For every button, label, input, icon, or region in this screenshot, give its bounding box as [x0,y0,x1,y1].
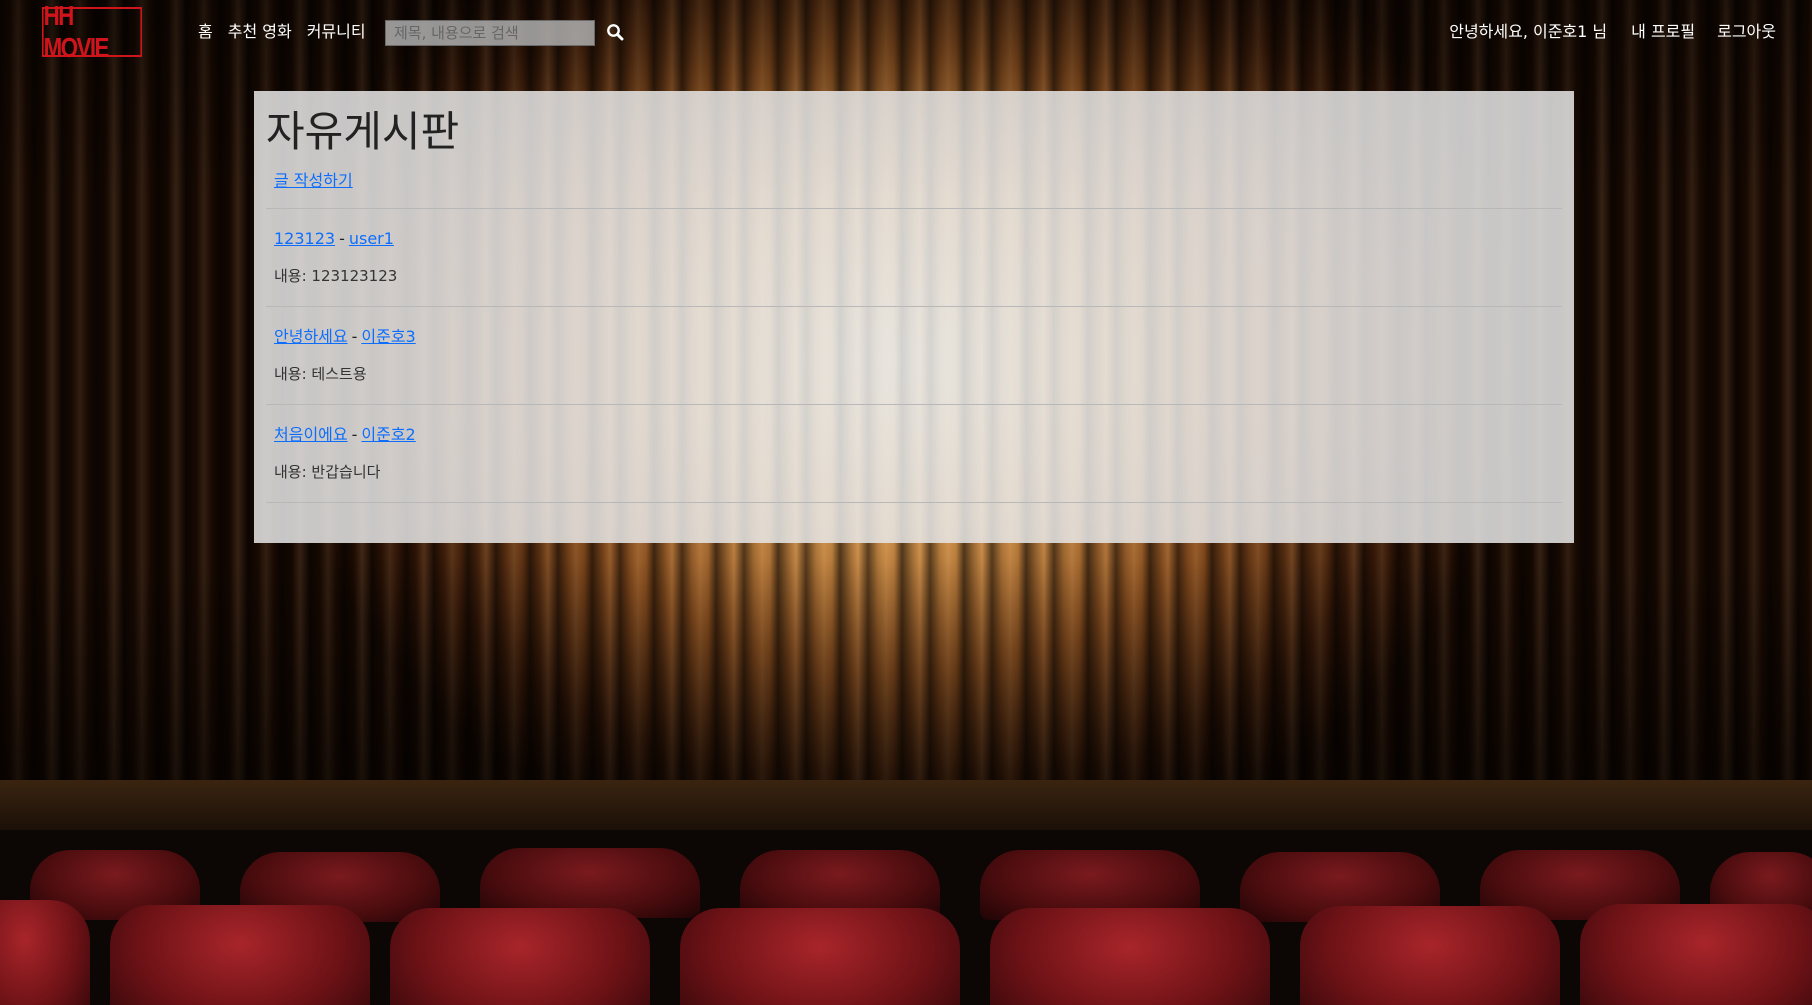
post-content: 내용: 123123123 [274,267,398,285]
post-separator: - [351,327,358,346]
nav-user-area: 안녕하세요, 이준호1 님 내 프로필 로그아웃 [1449,20,1776,44]
nav-recommend-link[interactable]: 추천 영화 [228,20,292,44]
search-button[interactable] [604,22,626,44]
seat [990,908,1270,1005]
list-item: 처음이에요 - 이준호2 내용: 반갑습니다 [266,404,1562,503]
post-title-link[interactable]: 123123 [274,229,335,248]
theater-seats [0,830,1812,1005]
seat [1580,904,1812,1005]
post-separator: - [351,425,358,444]
post-content: 내용: 반갑습니다 [274,463,381,481]
seat [1300,906,1560,1005]
search-icon [607,23,624,40]
post-content: 내용: 테스트용 [274,365,367,383]
post-header: 123123- user1 [274,227,1554,251]
nav-home-link[interactable]: 홈 [198,20,213,44]
post-header: 처음이에요 - 이준호2 [274,423,1554,447]
seat [390,908,650,1005]
post-author-link[interactable]: 이준호2 [361,425,415,444]
post-title-link[interactable]: 처음이에요 [274,425,348,444]
post-author-link[interactable]: 이준호3 [361,327,415,346]
page-title: 자유게시판 [266,107,460,156]
list-item: 안녕하세요 - 이준호3 내용: 테스트용 [266,306,1562,404]
search-input[interactable] [385,20,595,46]
site-logo[interactable]: HH MOVIE [42,0,142,63]
write-post-link[interactable]: 글 작성하기 [274,167,353,191]
seat [0,900,90,1005]
post-header: 안녕하세요 - 이준호3 [274,325,1554,349]
logout-link[interactable]: 로그아웃 [1717,20,1776,44]
seat [110,905,370,1005]
post-list: 123123- user1 내용: 123123123 안녕하세요 - 이준호3 내용… [266,208,1562,503]
nav-links: 홈 추천 영화 커뮤니티 [198,20,381,44]
user-greeting: 안녕하세요, 이준호1 님 [1449,22,1608,41]
post-author-link[interactable]: user1 [349,229,394,248]
seat [680,908,960,1005]
post-separator: - [339,229,345,248]
post-title-link[interactable]: 안녕하세요 [274,327,348,346]
profile-link[interactable]: 내 프로필 [1631,20,1695,44]
top-navbar: HH MOVIE 홈 추천 영화 커뮤니티 안녕하세요, 이준호1 님 내 프로… [0,0,1812,66]
board-panel: 자유게시판 글 작성하기 123123- user1 내용: 123123123 … [254,91,1574,543]
list-item: 123123- user1 내용: 123123123 [266,208,1562,306]
nav-community-link[interactable]: 커뮤니티 [307,20,366,44]
